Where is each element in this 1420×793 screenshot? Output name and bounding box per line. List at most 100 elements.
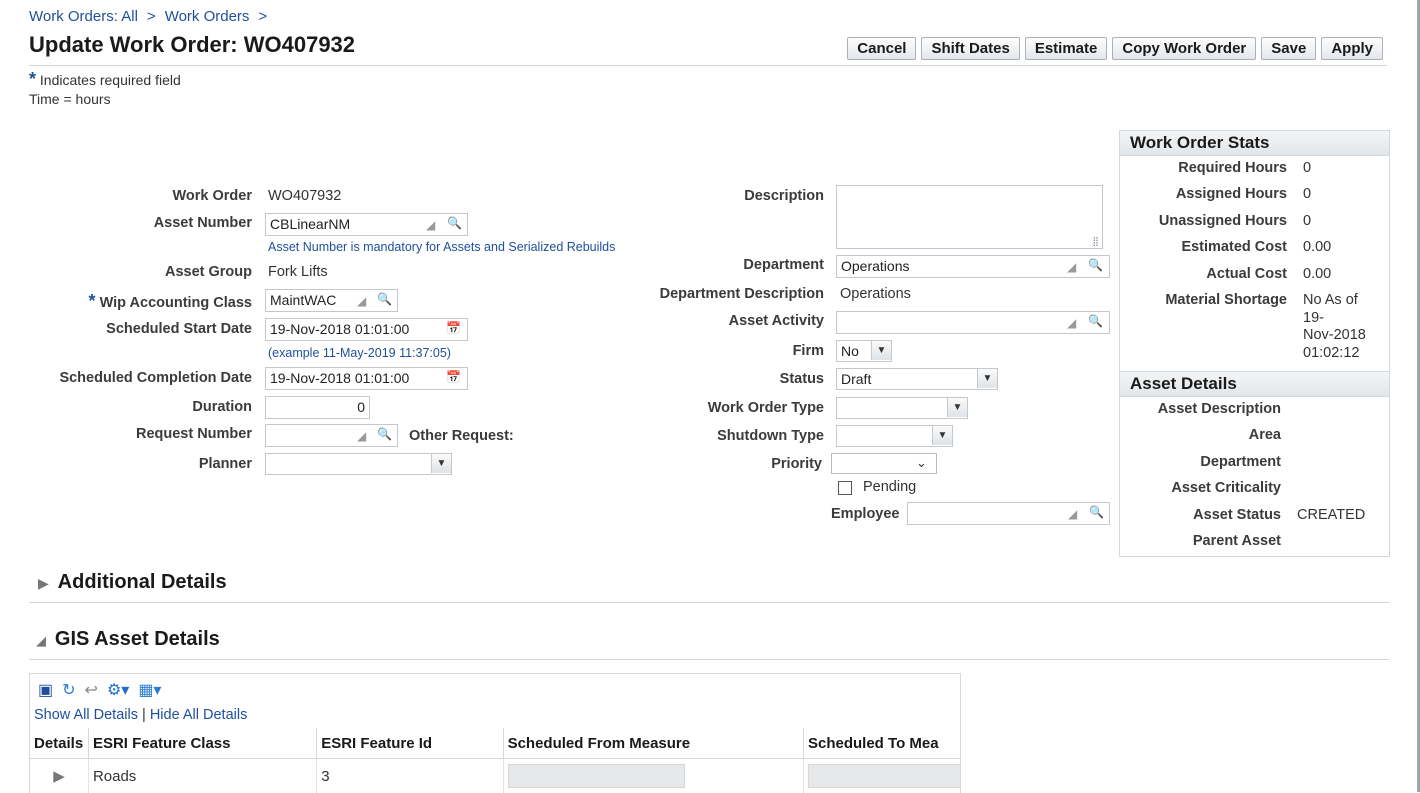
scheduled-completion-date-label: Scheduled Completion Date bbox=[59, 370, 252, 386]
stats-panel: Work Order Stats Required Hours0Assigned… bbox=[1119, 130, 1390, 557]
priority-select[interactable]: ⌄ bbox=[831, 453, 937, 474]
chevron-down-icon[interactable]: ⌄ bbox=[916, 455, 927, 471]
firm-value: No bbox=[841, 343, 859, 359]
column-header-esri-feature-id[interactable]: ESRI Feature Id bbox=[317, 728, 503, 759]
asset-group-value: Fork Lifts bbox=[268, 264, 328, 280]
breadcrumb-separator: > bbox=[147, 8, 156, 25]
chevron-down-icon[interactable]: ▼ bbox=[431, 454, 451, 473]
chevron-down-icon[interactable]: ▼ bbox=[977, 369, 997, 388]
chevron-down-icon[interactable]: ▼ bbox=[932, 426, 952, 445]
to-measure-field[interactable] bbox=[808, 764, 961, 788]
gis-asset-details-header[interactable]: ◢ GIS Asset Details bbox=[36, 628, 220, 651]
duration-value: 0 bbox=[357, 399, 365, 415]
asset-number-input[interactable]: CBLinearNM ◢ 🔍 bbox=[265, 213, 468, 236]
asset-detail-value: CREATED bbox=[1297, 507, 1365, 523]
other-request-label: Other Request: bbox=[409, 428, 514, 444]
search-icon[interactable]: 🔍 bbox=[377, 427, 392, 441]
status-select[interactable]: Draft ▼ bbox=[836, 368, 998, 390]
asset-group-label: Asset Group bbox=[165, 264, 252, 280]
wip-accounting-class-input[interactable]: MaintWAC ◢ 🔍 bbox=[265, 289, 398, 312]
additional-details-header[interactable]: ▶ Additional Details bbox=[38, 571, 227, 594]
refresh-icon[interactable]: ↻ bbox=[62, 680, 75, 700]
firm-select[interactable]: No ▼ bbox=[836, 340, 892, 362]
shift-dates-button[interactable]: Shift Dates bbox=[921, 37, 1019, 60]
planner-select[interactable]: ▼ bbox=[265, 453, 452, 475]
duration-label: Duration bbox=[192, 399, 252, 415]
calendar-icon[interactable]: 📅 bbox=[446, 321, 461, 335]
resize-grip-icon[interactable]: ⣿ bbox=[1092, 236, 1099, 247]
settings-gear-icon[interactable]: ⚙▾ bbox=[107, 680, 129, 700]
chevron-down-icon[interactable]: ▼ bbox=[871, 341, 891, 360]
work-order-type-select[interactable]: ▼ bbox=[836, 397, 968, 419]
duration-input[interactable]: 0 bbox=[265, 396, 370, 419]
gis-table: Details ESRI Feature Class ESRI Feature … bbox=[30, 728, 961, 793]
work-order-label: Work Order bbox=[172, 188, 252, 204]
scheduled-start-date-value: 19-Nov-2018 01:01:00 bbox=[270, 321, 409, 337]
column-header-esri-feature-class[interactable]: ESRI Feature Class bbox=[88, 728, 316, 759]
columns-icon[interactable]: ▦▾ bbox=[138, 680, 161, 700]
detach-icon[interactable]: ▣ bbox=[38, 680, 53, 700]
asset-detail-label: Asset Status bbox=[1193, 507, 1281, 523]
column-header-scheduled-to-measure[interactable]: Scheduled To Mea bbox=[804, 728, 962, 759]
shutdown-type-select[interactable]: ▼ bbox=[836, 425, 953, 447]
shutdown-type-label: Shutdown Type bbox=[717, 428, 824, 444]
lov-corner-icon: ◢ bbox=[1067, 260, 1076, 274]
scheduled-start-date-input[interactable]: 19-Nov-2018 01:01:00 📅 bbox=[265, 318, 468, 341]
material-shortage-value: No As of 19- Nov-2018 01:02:12 bbox=[1303, 292, 1366, 362]
search-icon[interactable]: 🔍 bbox=[447, 216, 462, 230]
pending-label: Pending bbox=[863, 479, 916, 495]
request-number-input[interactable]: ◢ 🔍 bbox=[265, 424, 398, 447]
show-all-details-link[interactable]: Show All Details bbox=[34, 707, 138, 723]
additional-details-title: Additional Details bbox=[58, 571, 227, 593]
expand-row-icon[interactable]: ▶ bbox=[30, 759, 88, 793]
stat-label: Required Hours bbox=[1178, 160, 1287, 176]
hide-all-details-link[interactable]: Hide All Details bbox=[150, 707, 248, 723]
breadcrumb-work-orders-all[interactable]: Work Orders: All bbox=[29, 8, 138, 25]
reset-icon[interactable]: ↩ bbox=[85, 680, 98, 700]
chevron-down-icon[interactable]: ▼ bbox=[947, 398, 967, 417]
search-icon[interactable]: 🔍 bbox=[377, 292, 392, 306]
search-icon[interactable]: 🔍 bbox=[1088, 258, 1103, 272]
feature-id-cell: 3 bbox=[317, 759, 503, 793]
firm-label: Firm bbox=[793, 343, 824, 359]
from-measure-cell bbox=[503, 759, 803, 793]
department-input[interactable]: Operations ◢ 🔍 bbox=[836, 255, 1110, 278]
copy-work-order-button[interactable]: Copy Work Order bbox=[1112, 37, 1256, 60]
date-format-example: (example 11-May-2019 11:37:05) bbox=[268, 346, 451, 360]
from-measure-field[interactable] bbox=[508, 764, 685, 788]
planner-label: Planner bbox=[199, 456, 252, 472]
lov-corner-icon: ◢ bbox=[357, 294, 366, 308]
save-button[interactable]: Save bbox=[1261, 37, 1316, 60]
description-label: Description bbox=[744, 188, 824, 204]
request-number-label: Request Number bbox=[136, 426, 252, 442]
asset-activity-input[interactable]: ◢ 🔍 bbox=[836, 311, 1110, 334]
search-icon[interactable]: 🔍 bbox=[1088, 314, 1103, 328]
breadcrumb-work-orders[interactable]: Work Orders bbox=[165, 8, 250, 25]
scheduled-completion-date-input[interactable]: 19-Nov-2018 01:01:00 📅 bbox=[265, 367, 468, 390]
work-order-type-label: Work Order Type bbox=[708, 400, 824, 416]
lov-corner-icon: ◢ bbox=[1067, 316, 1076, 330]
department-label: Department bbox=[743, 257, 824, 273]
gis-table-container: ▣ ↻ ↩ ⚙▾ ▦▾ Show All Details | Hide All … bbox=[29, 673, 961, 793]
department-value: Operations bbox=[841, 258, 909, 274]
table-row: ▶ Roads 3 bbox=[30, 759, 961, 793]
lov-corner-icon: ◢ bbox=[426, 218, 435, 232]
estimate-button[interactable]: Estimate bbox=[1025, 37, 1108, 60]
search-icon[interactable]: 🔍 bbox=[1089, 505, 1104, 519]
asset-number-label: Asset Number bbox=[154, 215, 252, 231]
asset-number-hint: Asset Number is mandatory for Assets and… bbox=[268, 240, 615, 254]
column-header-details[interactable]: Details bbox=[30, 728, 88, 759]
column-header-scheduled-from-measure[interactable]: Scheduled From Measure bbox=[503, 728, 803, 759]
breadcrumb-separator: > bbox=[258, 8, 267, 25]
stat-label: Estimated Cost bbox=[1181, 239, 1287, 255]
apply-button[interactable]: Apply bbox=[1321, 37, 1383, 60]
description-textarea[interactable]: ⣿ bbox=[836, 185, 1103, 249]
scheduled-completion-date-value: 19-Nov-2018 01:01:00 bbox=[270, 370, 409, 386]
work-order-stats-title: Work Order Stats bbox=[1120, 131, 1389, 156]
required-note: * Indicates required field Time = hours bbox=[29, 70, 181, 109]
calendar-icon[interactable]: 📅 bbox=[446, 370, 461, 384]
asset-detail-label: Asset Description bbox=[1158, 401, 1281, 417]
employee-input[interactable]: ◢ 🔍 bbox=[907, 502, 1110, 525]
cancel-button[interactable]: Cancel bbox=[847, 37, 916, 60]
pending-checkbox[interactable] bbox=[838, 481, 852, 495]
